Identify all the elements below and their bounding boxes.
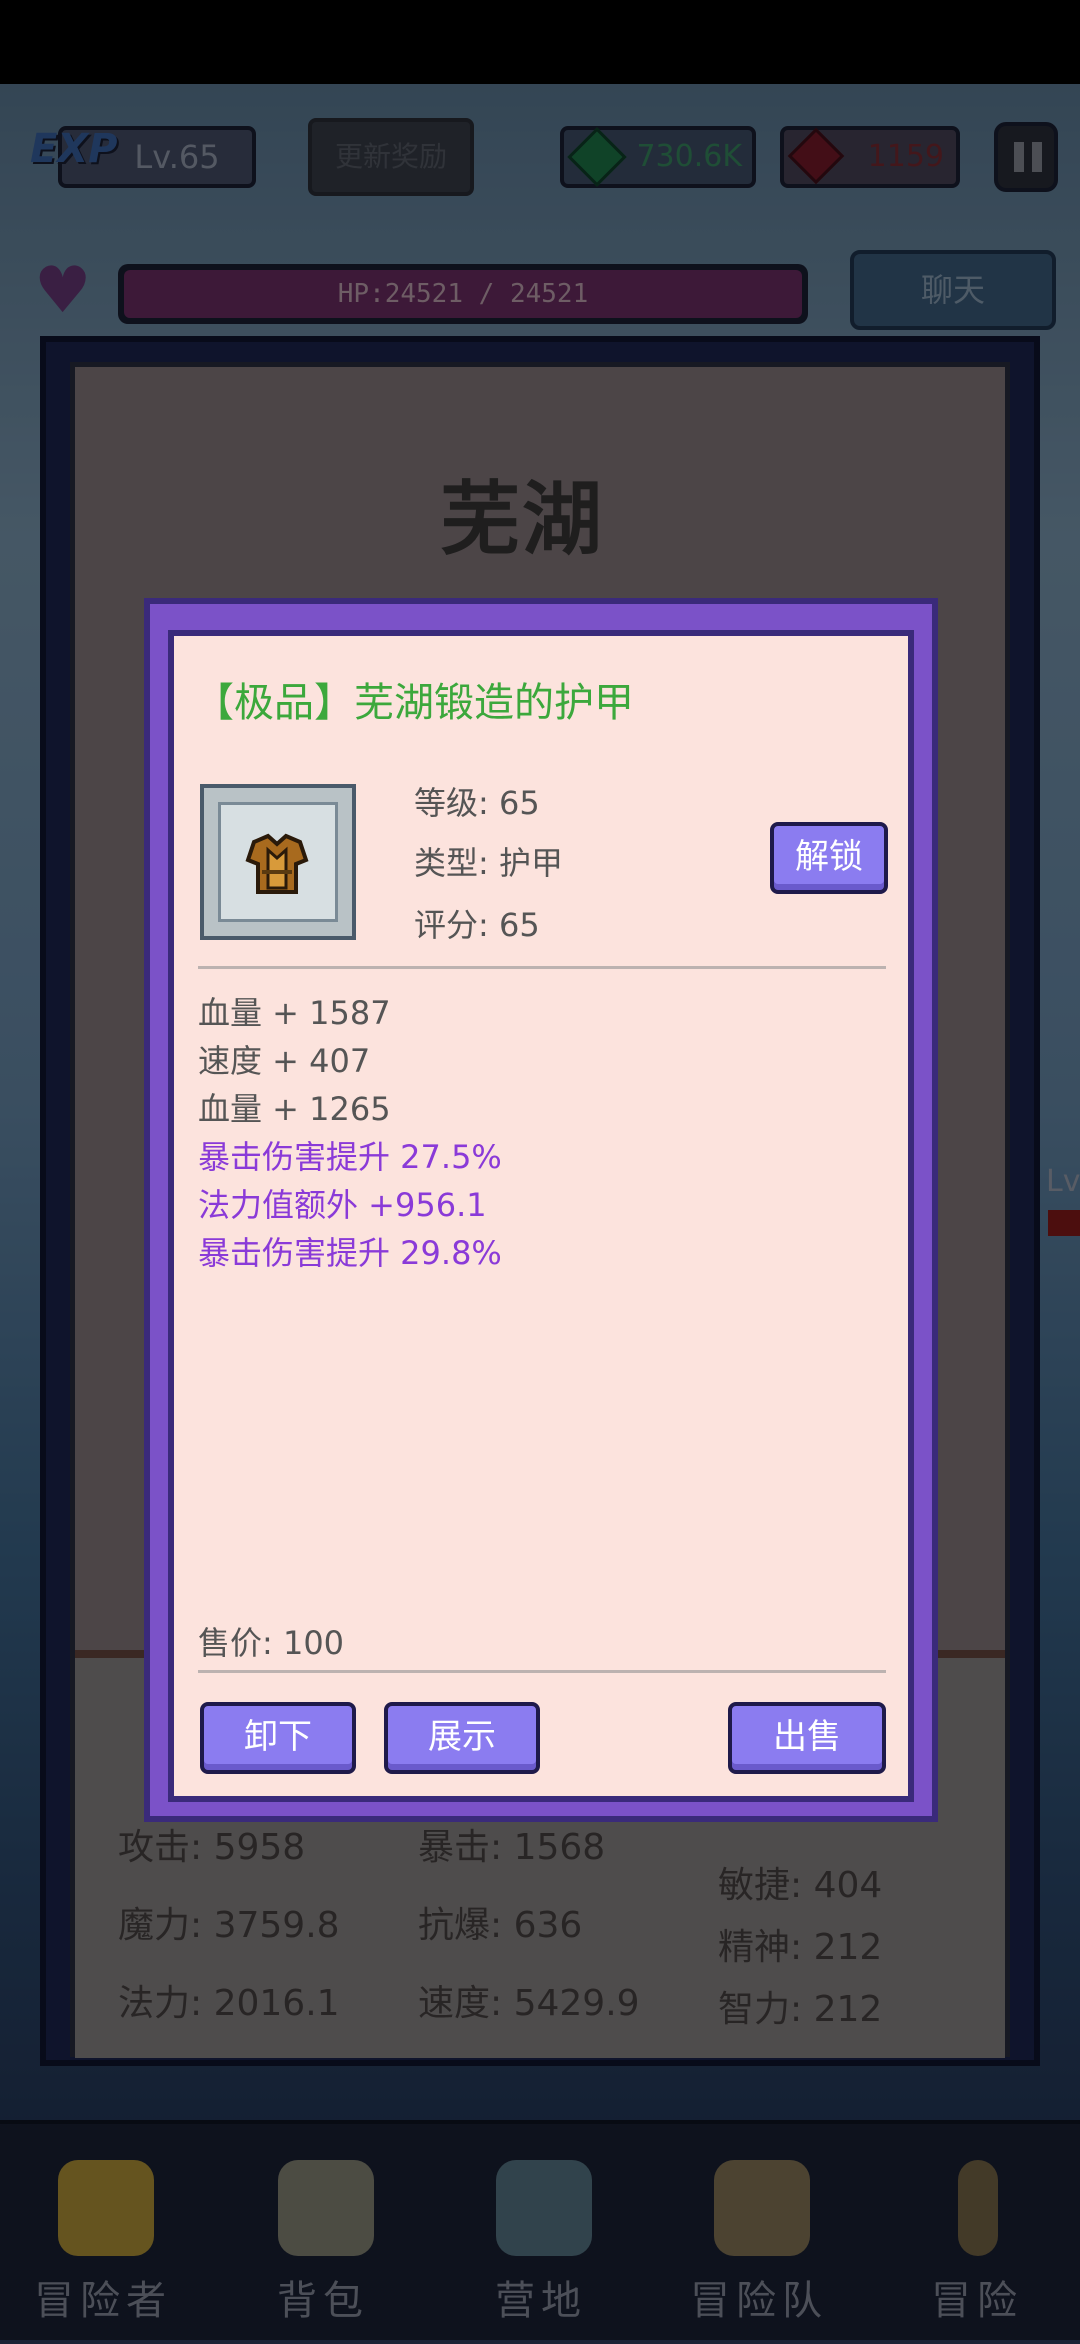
attribute-line: 速度 + 407 [198, 1042, 371, 1080]
attribute-line: 暴击伤害提升 29.8% [198, 1234, 502, 1272]
sell-button[interactable]: 出售 [728, 1702, 886, 1774]
unequip-button[interactable]: 卸下 [200, 1702, 356, 1774]
divider-top [198, 966, 886, 969]
show-button[interactable]: 展示 [384, 1702, 540, 1774]
armor-icon [245, 833, 309, 894]
divider-bottom [198, 1670, 886, 1673]
attribute-line: 血量 + 1265 [198, 1090, 391, 1128]
item-score: 评分: 65 [414, 906, 540, 944]
item-type: 类型: 护甲 [414, 844, 563, 882]
item-title: 【极品】芜湖锻造的护甲 [194, 680, 634, 726]
item-level: 等级: 65 [414, 784, 540, 822]
attribute-line: 暴击伤害提升 27.5% [198, 1138, 502, 1176]
attribute-line: 法力值额外 +956.1 [198, 1186, 487, 1224]
attribute-line: 血量 + 1587 [198, 994, 391, 1032]
sell-price: 售价: 100 [198, 1624, 345, 1662]
item-icon-frame [200, 784, 356, 940]
unlock-button[interactable]: 解锁 [770, 822, 888, 894]
